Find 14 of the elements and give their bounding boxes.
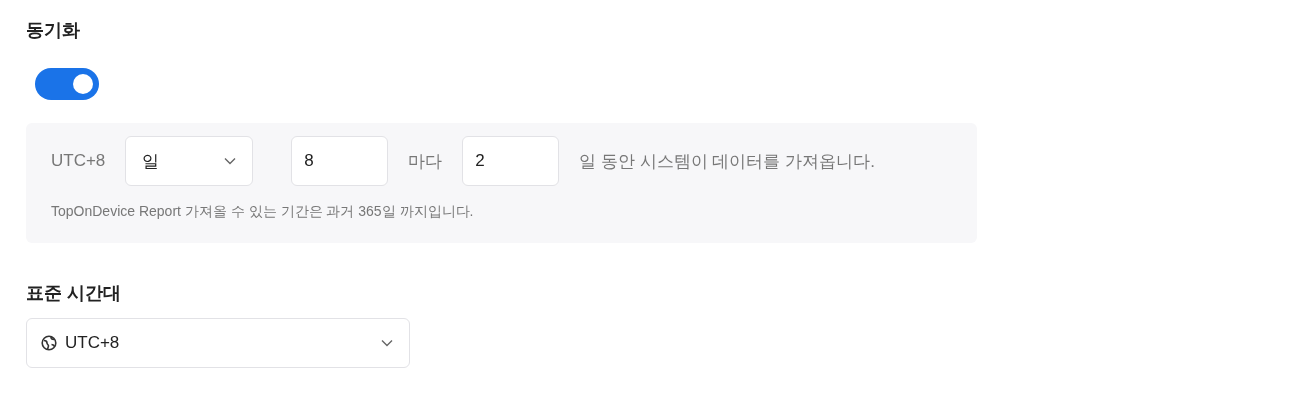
every-label: 마다 — [408, 150, 443, 173]
unit-select[interactable]: 일 — [125, 136, 254, 186]
toggle-switch[interactable] — [35, 68, 99, 100]
hint-text: TopOnDevice Report 가져올 수 있는 기간은 과거 365일 까지입니다. — [51, 203, 475, 221]
days-input[interactable]: 2 — [462, 136, 560, 186]
description-text: 일 동안 시스템이 데이터를 가져옵니다. — [579, 150, 875, 173]
section-title: 표준 시간대 — [26, 282, 122, 305]
chevron-down-icon — [381, 339, 393, 347]
globe-icon — [41, 335, 57, 351]
section-title: 동기화 — [26, 19, 81, 42]
timezone-label: UTC+8 — [51, 151, 106, 171]
timezone-select[interactable]: UTC+8 — [26, 318, 410, 368]
hour-input[interactable]: 8 — [291, 136, 389, 186]
chevron-down-icon — [224, 157, 237, 165]
